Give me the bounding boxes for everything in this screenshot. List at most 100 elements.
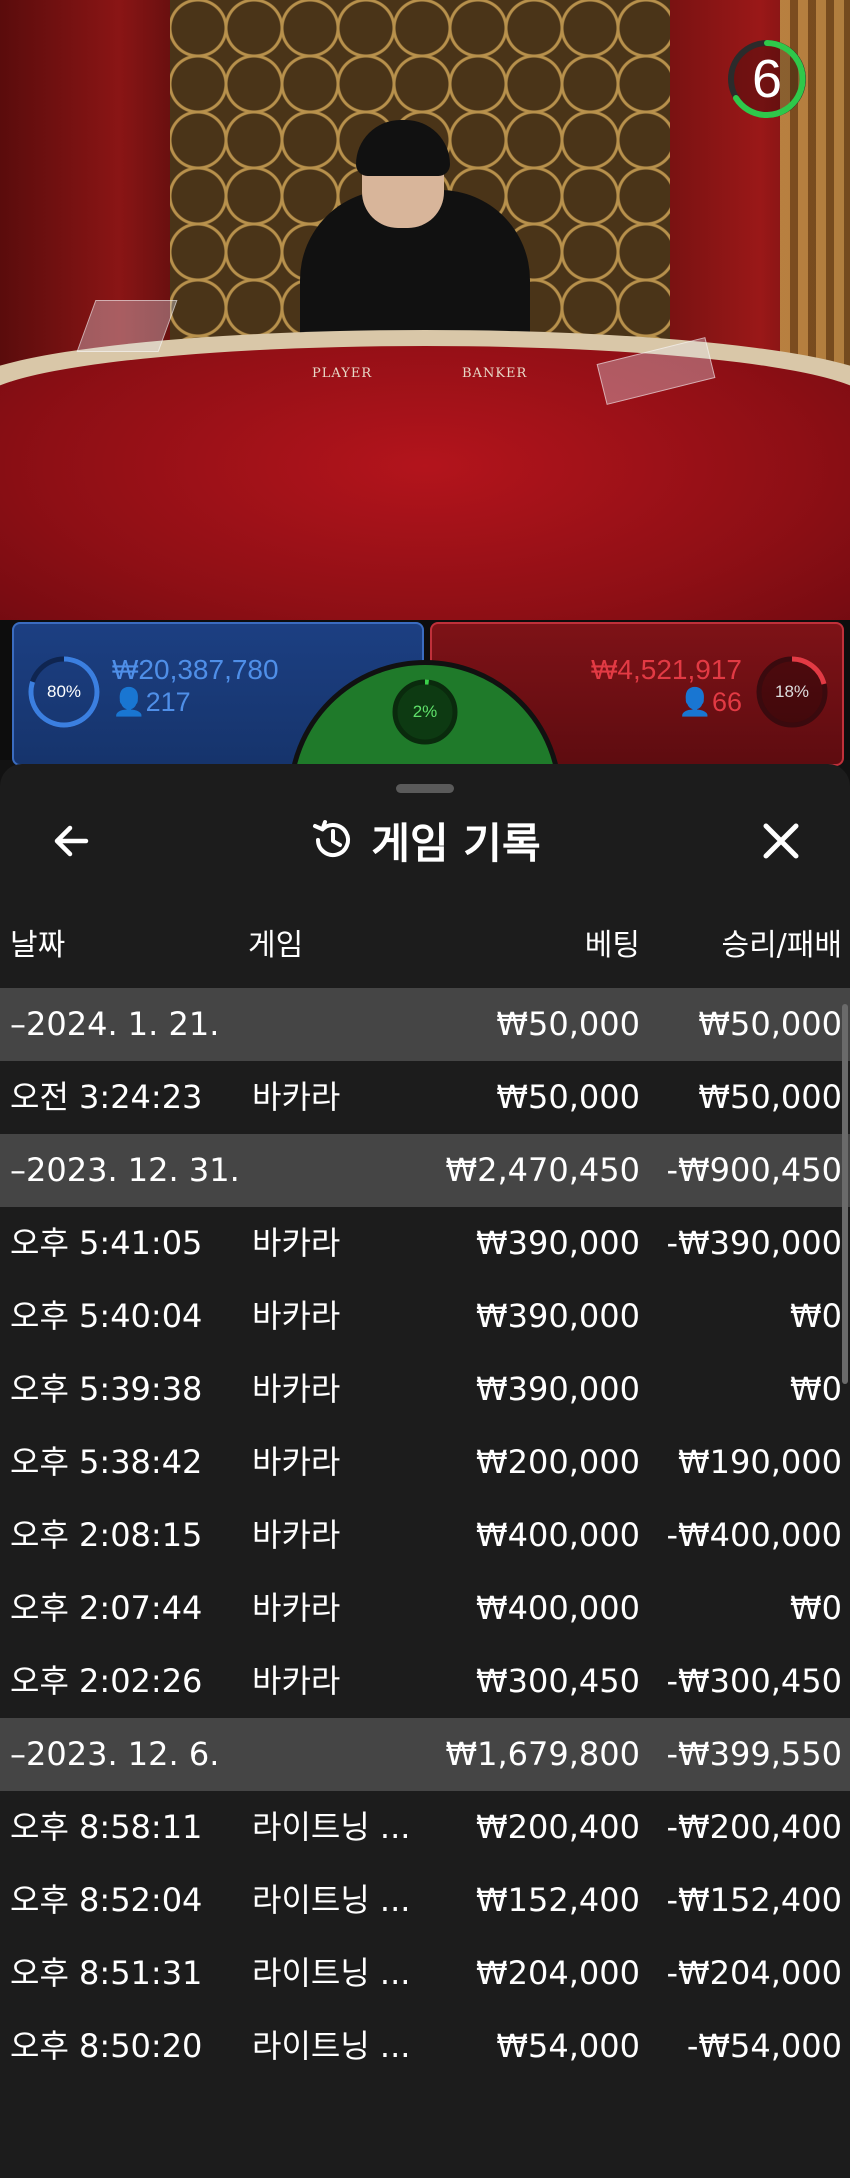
cell-date: 오전 3:24:23 <box>10 1078 203 1116</box>
cell-bet: ₩400,000 <box>476 1589 640 1627</box>
cell-winloss: -₩300,450 <box>666 1662 842 1700</box>
player-percent-ring: 80% <box>26 654 102 730</box>
cell-date: 오후 5:39:38 <box>10 1370 203 1408</box>
date-group-row: –2023. 12. 6. ₩1,679,800 -₩399,550 <box>0 1718 850 1791</box>
close-icon <box>763 823 799 859</box>
game-history-sheet: 게임 기록 날짜 게임 베팅 승리/패배 –2024. 1. 21. ₩50,00… <box>0 764 850 2178</box>
cell-winloss: -₩400,000 <box>666 1516 842 1554</box>
player-percent: 80% <box>46 682 82 701</box>
cell-date: –2024. 1. 21. <box>10 1005 220 1043</box>
column-winloss: 승리/패배 <box>721 928 842 963</box>
cell-game: 바카라 <box>252 1443 341 1481</box>
cell-game: 바카라 <box>252 1370 341 1408</box>
cell-date: 오후 8:50:20 <box>10 2027 203 2065</box>
table-row[interactable]: 오후 2:08:15 바카라 ₩400,000 -₩400,000 <box>0 1499 850 1572</box>
cell-game <box>252 988 422 1061</box>
cell-date: 오후 2:02:26 <box>10 1662 203 1700</box>
column-game: 게임 <box>248 928 304 963</box>
date-group-row: –2024. 1. 21. ₩50,000 ₩50,000 <box>0 988 850 1061</box>
cell-bet: ₩1,679,800 <box>445 1735 641 1773</box>
cell-bet: ₩204,000 <box>476 1954 640 1992</box>
cell-winloss: ₩0 <box>790 1589 842 1627</box>
cell-bet: ₩54,000 <box>496 2027 640 2065</box>
cell-date: 오후 5:40:04 <box>10 1297 203 1335</box>
cell-game: 라이트닝 ... <box>252 1954 411 1992</box>
table-row[interactable]: 오후 8:52:04 라이트닝 ... ₩152,400 -₩152,400 <box>0 1864 850 1937</box>
banker-percent-ring: 18% <box>754 654 830 730</box>
cell-game: 라이트닝 ... <box>252 1881 411 1919</box>
cell-game <box>252 1718 422 1791</box>
cell-date: 오후 8:58:11 <box>10 1808 203 1846</box>
cell-bet: ₩400,000 <box>476 1516 640 1554</box>
table-row[interactable]: 오전 3:24:23 바카라 ₩50,000 ₩50,000 <box>0 1061 850 1134</box>
cell-winloss: -₩54,000 <box>686 2027 842 2065</box>
cell-date: 오후 8:52:04 <box>10 1881 203 1919</box>
countdown-number: 6 <box>751 49 783 109</box>
cell-winloss: ₩0 <box>790 1370 842 1408</box>
felt-banker-label: BANKER <box>462 366 528 381</box>
cell-bet: ₩200,400 <box>476 1808 640 1846</box>
table-row[interactable]: 오후 8:58:11 라이트닝 ... ₩200,400 -₩200,400 <box>0 1791 850 1864</box>
history-list[interactable]: –2024. 1. 21. ₩50,000 ₩50,000 오전 3:24:23 바카라… <box>0 988 850 2083</box>
countdown-timer: 6 <box>724 36 810 122</box>
user-icon: 👤 <box>112 687 146 717</box>
table-row[interactable]: 오후 5:38:42 바카라 ₩200,000 ₩190,000 <box>0 1426 850 1499</box>
cell-date: 오후 2:08:15 <box>10 1516 203 1554</box>
cell-date: –2023. 12. 31. <box>10 1151 240 1189</box>
cell-bet: ₩300,450 <box>476 1662 640 1700</box>
table-row[interactable]: 오후 5:41:05 바카라 ₩390,000 -₩390,000 <box>0 1207 850 1280</box>
cell-winloss: -₩399,550 <box>666 1735 842 1773</box>
banker-bettor-count: 66 <box>711 687 742 717</box>
cell-game: 바카라 <box>252 1297 341 1335</box>
cell-game: 바카라 <box>252 1662 341 1700</box>
cell-game: 바카라 <box>252 1516 341 1554</box>
cell-bet: ₩50,000 <box>496 1005 640 1043</box>
cell-winloss: ₩50,000 <box>698 1078 842 1116</box>
close-button[interactable] <box>756 816 806 866</box>
table-felt <box>0 346 850 620</box>
cell-bet: ₩2,470,450 <box>445 1151 641 1189</box>
table-row[interactable]: 오후 2:02:26 바카라 ₩300,450 -₩300,450 <box>0 1645 850 1718</box>
cell-game <box>252 1134 422 1207</box>
date-group-row: –2023. 12. 31. ₩2,470,450 -₩900,450 <box>0 1134 850 1207</box>
tie-percent: 2% <box>412 702 438 721</box>
table-row[interactable]: 오후 8:51:31 라이트닝 ... ₩204,000 -₩204,000 <box>0 1937 850 2010</box>
cell-game: 바카라 <box>252 1224 341 1262</box>
cell-bet: ₩390,000 <box>476 1224 640 1262</box>
drag-handle[interactable] <box>396 784 454 793</box>
scrollbar[interactable] <box>842 1004 848 1384</box>
banker-bet-total: ₩4,521,917 <box>591 654 742 685</box>
history-icon <box>313 820 351 857</box>
betting-area: 80% ₩20,387,780 👤217 ₩4,521,917 👤66 18% … <box>0 620 850 934</box>
table-row[interactable]: 오후 5:40:04 바카라 ₩390,000 ₩0 <box>0 1280 850 1353</box>
player-bettor-count: 217 <box>145 687 191 717</box>
cell-game: 바카라 <box>252 1078 341 1116</box>
cell-date: –2023. 12. 6. <box>10 1735 220 1773</box>
player-bet-total: ₩20,387,780 <box>112 654 279 685</box>
cell-winloss: -₩204,000 <box>666 1954 842 1992</box>
felt-player-label: PLAYER <box>312 366 373 381</box>
cell-winloss: ₩190,000 <box>678 1443 842 1481</box>
banker-percent: 18% <box>774 682 810 701</box>
table-row[interactable]: 오후 2:07:44 바카라 ₩400,000 ₩0 <box>0 1572 850 1645</box>
cell-winloss: -₩152,400 <box>666 1881 842 1919</box>
cell-bet: ₩50,000 <box>496 1078 640 1116</box>
cell-winloss: -₩390,000 <box>666 1224 842 1262</box>
cell-date: 오후 5:38:42 <box>10 1443 203 1481</box>
cell-game: 바카라 <box>252 1589 341 1627</box>
user-icon: 👤 <box>678 687 712 717</box>
cell-bet: ₩390,000 <box>476 1370 640 1408</box>
table-row[interactable]: 오후 5:39:38 바카라 ₩390,000 ₩0 <box>0 1353 850 1426</box>
bottom-fade <box>0 2088 850 2178</box>
cell-bet: ₩152,400 <box>476 1881 640 1919</box>
page-title: 게임 기록 <box>371 818 541 868</box>
cell-bet: ₩390,000 <box>476 1297 640 1335</box>
column-date: 날짜 <box>10 928 66 963</box>
column-bet: 베팅 <box>584 928 640 963</box>
cell-date: 오후 5:41:05 <box>10 1224 203 1262</box>
cell-game: 라이트닝 ... <box>252 1808 411 1846</box>
cell-date: 오후 8:51:31 <box>10 1954 203 1992</box>
cell-date: 오후 2:07:44 <box>10 1589 203 1627</box>
table-row[interactable]: 오후 8:50:20 라이트닝 ... ₩54,000 -₩54,000 <box>0 2010 850 2083</box>
cell-winloss: -₩200,400 <box>666 1808 842 1846</box>
